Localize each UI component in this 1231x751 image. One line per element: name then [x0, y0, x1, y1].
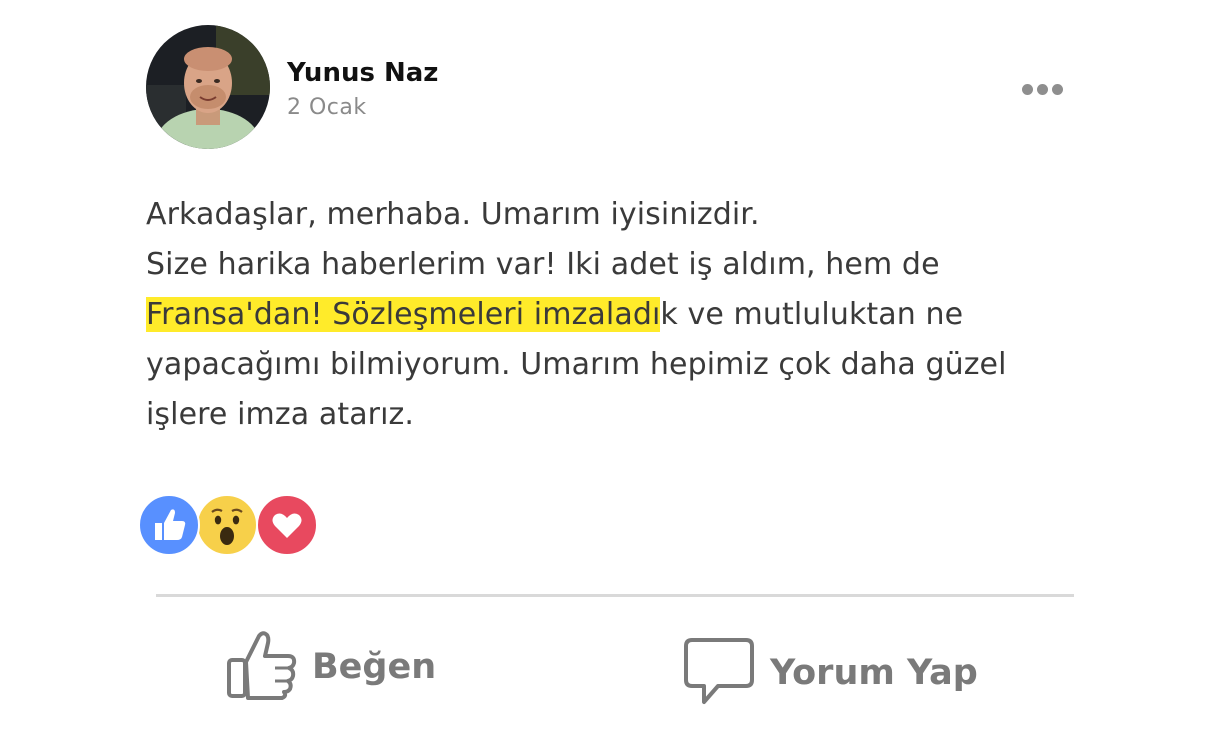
like-button[interactable]: Beğen — [226, 630, 436, 704]
post-text-line: Arkadaşlar, merhaba. Umarım iyisinizdir. — [146, 197, 760, 232]
thumbs-up-icon — [226, 630, 300, 704]
more-options-icon — [1021, 83, 1033, 95]
wow-reaction-icon — [196, 494, 258, 556]
divider — [156, 594, 1074, 597]
post-text-line: yapacağımı bilmiyorum. Umarım hepimiz ço… — [146, 347, 1007, 382]
post-text-line: Size harika haberlerim var! Iki adet iş … — [146, 247, 940, 282]
post-text-line: Fransa'dan! Sözleşmeleri imzaladık ve mu… — [146, 290, 1146, 340]
more-options-icon-dot — [1036, 83, 1048, 95]
love-reaction-icon — [256, 494, 318, 556]
avatar[interactable] — [146, 25, 270, 149]
avatar-photo — [146, 25, 270, 149]
post-card: Yunus Naz 2 Ocak Arkadaşlar, merhaba. Um… — [0, 0, 1231, 751]
comment-bubble-icon — [682, 636, 756, 710]
more-options-icon-dot — [1051, 83, 1063, 95]
comment-button-label: Yorum Yap — [770, 653, 978, 693]
post-text-fragment: k ve mutluluktan ne — [660, 297, 964, 332]
highlighted-text: Fransa'dan! Sözleşmeleri imzaladı — [146, 297, 661, 332]
like-button-label: Beğen — [312, 647, 437, 687]
post-text: Arkadaşlar, merhaba. Umarım iyisinizdir.… — [146, 190, 1146, 440]
like-reaction-icon — [138, 494, 200, 556]
comment-button[interactable]: Yorum Yap — [682, 636, 978, 710]
reactions-summary[interactable] — [138, 494, 318, 556]
post-date[interactable]: 2 Ocak — [287, 95, 367, 120]
author-name[interactable]: Yunus Naz — [287, 58, 438, 88]
more-options-button[interactable] — [1014, 76, 1070, 102]
post-text-line: işlere imza atarız. — [146, 397, 415, 432]
